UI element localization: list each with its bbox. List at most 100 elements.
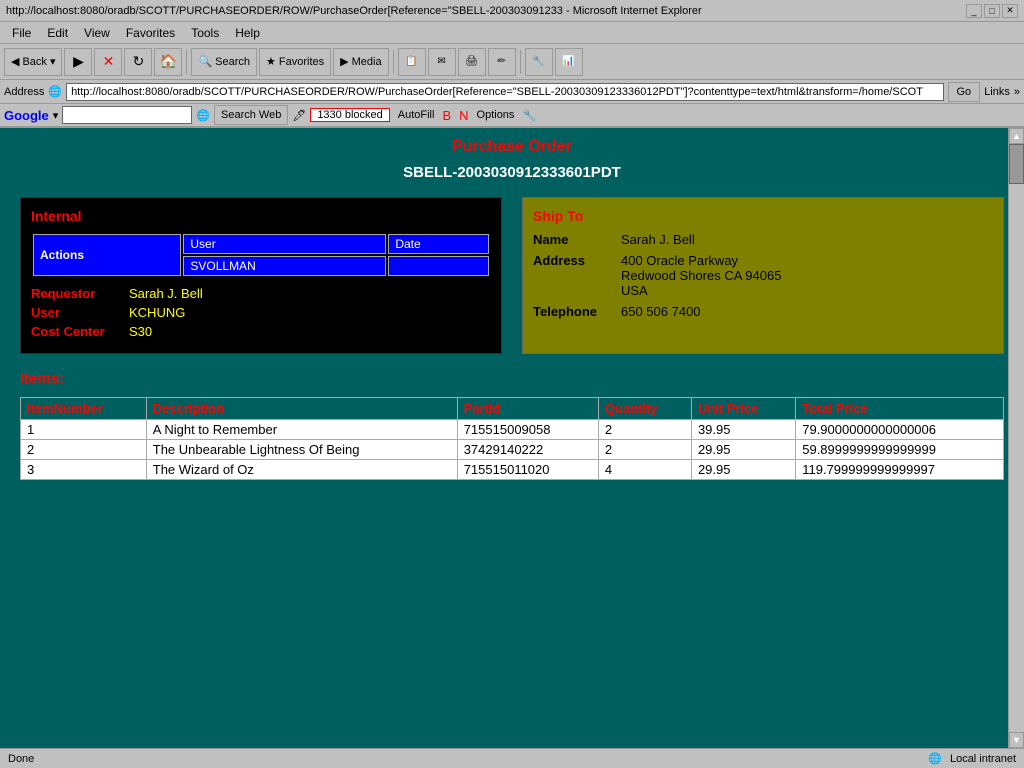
- menu-view[interactable]: View: [76, 24, 118, 42]
- date-value-cell: [388, 256, 489, 276]
- cell-total_price: 119.799999999999997: [796, 460, 1004, 480]
- refresh-button[interactable]: ↻: [124, 48, 152, 76]
- cell-unit_price: 39.95: [691, 420, 795, 440]
- scroll-thumb[interactable]: [1009, 144, 1024, 184]
- scroll-up-button[interactable]: ▲: [1009, 128, 1024, 144]
- back-label: Back: [22, 56, 46, 68]
- separator-3: [520, 50, 521, 74]
- favorites-button[interactable]: ★ Favorites: [259, 48, 331, 76]
- back-button[interactable]: ◀ Back ▾: [4, 48, 62, 76]
- status-bar: Done 🌐 Local intranet: [0, 748, 1024, 768]
- table-row: 1A Night to Remember715515009058239.9579…: [21, 420, 1004, 440]
- internal-section: Internal Actions User Date SVOLLMAN Requ…: [20, 197, 502, 354]
- cell-item_number: 2: [21, 440, 147, 460]
- google-bar: Google ▾ 🌐 Search Web 🖊 1330 blocked Aut…: [0, 104, 1024, 128]
- home-button[interactable]: 🏠: [154, 48, 182, 76]
- expand-icon: »: [1014, 86, 1020, 98]
- cell-unit_price: 29.95: [691, 460, 795, 480]
- minimize-button[interactable]: _: [966, 4, 982, 18]
- actions-cell: Actions: [33, 234, 181, 276]
- cost-center-label: Cost Center: [31, 324, 121, 339]
- options-button[interactable]: Options: [473, 109, 519, 121]
- actions-table: Actions User Date SVOLLMAN: [31, 232, 491, 278]
- menu-edit[interactable]: Edit: [39, 24, 76, 42]
- history-button[interactable]: 📋: [398, 48, 426, 76]
- toolbar: ◀ Back ▾ ▶ ✕ ↻ 🏠 🔍 Search ★ Favorites ▶ …: [0, 44, 1024, 80]
- separator-2: [393, 50, 394, 74]
- print-button[interactable]: 🖨: [458, 48, 486, 76]
- cell-quantity: 2: [598, 440, 691, 460]
- col-quantity: Quantity: [598, 398, 691, 420]
- media-icon: ▶: [340, 55, 348, 68]
- cell-item_number: 3: [21, 460, 147, 480]
- cell-total_price: 79.9000000000000006: [796, 420, 1004, 440]
- links-button[interactable]: Links: [984, 86, 1010, 98]
- internal-title: Internal: [31, 208, 491, 224]
- cell-item_number: 1: [21, 420, 147, 440]
- norton-icon: N: [459, 108, 468, 123]
- main-columns: Internal Actions User Date SVOLLMAN Requ…: [20, 197, 1004, 354]
- title-bar: http://localhost:8080/oradb/SCOTT/PURCHA…: [0, 0, 1024, 22]
- page-title: Purchase Order: [20, 138, 1004, 156]
- address-input[interactable]: [66, 83, 943, 101]
- cell-quantity: 2: [598, 420, 691, 440]
- menu-help[interactable]: Help: [227, 24, 268, 42]
- address-icon: 🌐: [48, 85, 62, 98]
- menu-favorites[interactable]: Favorites: [118, 24, 183, 42]
- star-icon: ★: [266, 55, 276, 68]
- items-table: ItemNumber Description PartId Quantity U…: [20, 397, 1004, 480]
- scroll-down-button[interactable]: ▼: [1009, 732, 1024, 748]
- cell-description: The Unbearable Lightness Of Being: [146, 440, 457, 460]
- address-line1: 400 Oracle Parkway: [621, 253, 738, 268]
- cell-quantity: 4: [598, 460, 691, 480]
- google-logo: Google: [4, 108, 49, 123]
- go-button[interactable]: Go: [948, 82, 981, 102]
- items-header-row: ItemNumber Description PartId Quantity U…: [21, 398, 1004, 420]
- user-value-cell: SVOLLMAN: [183, 256, 386, 276]
- search-web-button[interactable]: Search Web: [214, 105, 288, 125]
- favorites-label: Favorites: [279, 56, 324, 68]
- col-part-id: PartId: [457, 398, 598, 420]
- address-bar: Address 🌐 Go Links »: [0, 80, 1024, 104]
- menu-tools[interactable]: Tools: [183, 24, 227, 42]
- ship-address-value: 400 Oracle Parkway Redwood Shores CA 940…: [621, 253, 781, 298]
- requestor-label: Requestor: [31, 286, 121, 301]
- menu-bar: File Edit View Favorites Tools Help: [0, 22, 1024, 44]
- tools-button[interactable]: 🔧: [525, 48, 553, 76]
- close-button[interactable]: ✕: [1002, 4, 1018, 18]
- title-bar-buttons: _ □ ✕: [966, 4, 1018, 18]
- media-label: Media: [352, 56, 382, 68]
- zone-icon: 🌐: [928, 752, 942, 765]
- search-button[interactable]: 🔍 Search: [191, 48, 257, 76]
- back-arrow: ▾: [50, 55, 56, 68]
- ship-address-label: Address: [533, 253, 613, 298]
- search-web-icon: 🌐: [196, 109, 210, 122]
- blocked-badge[interactable]: 1330 blocked: [310, 108, 389, 122]
- user-col-header: User: [183, 234, 386, 254]
- user-row: User KCHUNG: [31, 305, 491, 320]
- cell-unit_price: 29.95: [691, 440, 795, 460]
- scrollbar[interactable]: ▲ ▼: [1008, 128, 1024, 748]
- cell-part_id: 37429140222: [457, 440, 598, 460]
- forward-button[interactable]: ▶: [64, 48, 92, 76]
- menu-file[interactable]: File: [4, 24, 39, 42]
- cell-description: A Night to Remember: [146, 420, 457, 440]
- stop-button[interactable]: ✕: [94, 48, 122, 76]
- restore-button[interactable]: □: [984, 4, 1000, 18]
- requestor-value: Sarah J. Bell: [129, 286, 203, 301]
- scroll-track: [1009, 144, 1024, 732]
- requestor-row: Requestor Sarah J. Bell: [31, 286, 491, 301]
- cell-total_price: 59.8999999999999999: [796, 440, 1004, 460]
- google-dropdown-icon[interactable]: ▾: [53, 109, 59, 122]
- ship-phone-value: 650 506 7400: [621, 304, 701, 319]
- media-button[interactable]: ▶ Media: [333, 48, 388, 76]
- title-bar-text: http://localhost:8080/oradb/SCOTT/PURCHA…: [6, 5, 966, 17]
- mail-button[interactable]: ✉: [428, 48, 456, 76]
- ship-name-row: Name Sarah J. Bell: [533, 232, 993, 247]
- page-content: Purchase Order SBELL-2003030912333601PDT…: [0, 128, 1024, 748]
- google-search-input[interactable]: [62, 106, 192, 124]
- edit-button[interactable]: ✏: [488, 48, 516, 76]
- autofill-button[interactable]: AutoFill: [394, 109, 439, 121]
- extra-button[interactable]: 📊: [555, 48, 583, 76]
- ship-phone-row: Telephone 650 506 7400: [533, 304, 993, 319]
